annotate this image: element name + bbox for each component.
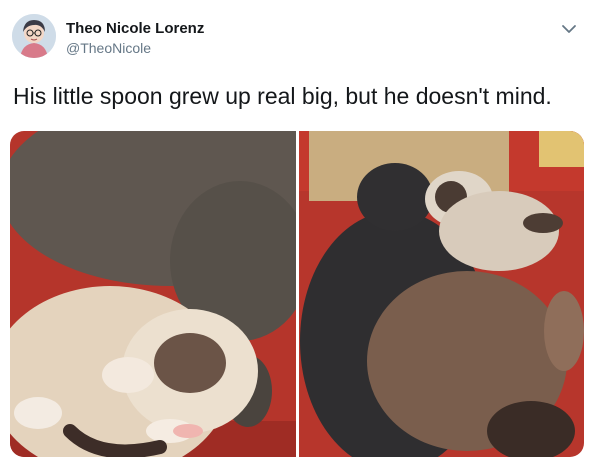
tweet-card: Theo Nicole Lorenz @TheoNicole His littl… <box>0 0 590 467</box>
photo-grumpy-cat[interactable] <box>10 131 296 457</box>
author-name[interactable]: Theo Nicole Lorenz <box>66 20 204 38</box>
avatar-illustration-icon <box>12 14 56 58</box>
chevron-down-icon[interactable] <box>560 22 578 36</box>
author-handle[interactable]: @TheoNicole <box>66 40 151 57</box>
tweet-text: His little spoon grew up real big, but h… <box>13 83 552 109</box>
author-avatar[interactable] <box>12 14 56 58</box>
photo-cats-hugging[interactable] <box>299 131 584 457</box>
cat-photo-image <box>299 131 584 457</box>
cat-photo-image <box>10 131 296 457</box>
media-grid <box>10 131 584 457</box>
